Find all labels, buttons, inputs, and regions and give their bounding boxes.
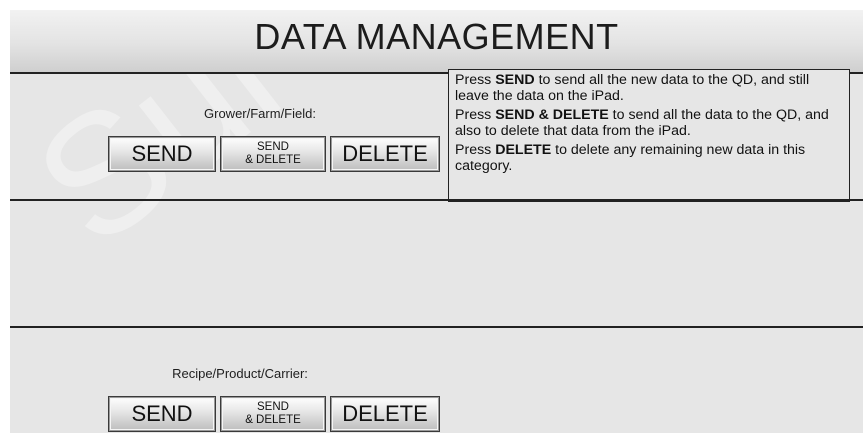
recipe-send-delete-button[interactable]: SEND & DELETE bbox=[220, 396, 326, 432]
grower-send-delete-label-line1: SEND bbox=[257, 141, 289, 153]
recipe-delete-button[interactable]: DELETE bbox=[330, 396, 440, 432]
help-send-keyword: SEND bbox=[495, 72, 535, 88]
recipe-send-delete-label-line1: SEND bbox=[257, 401, 289, 413]
grower-send-button[interactable]: SEND bbox=[108, 136, 216, 172]
grower-farm-field-label: Grower/Farm/Field: bbox=[204, 106, 316, 121]
recipe-send-label: SEND bbox=[131, 401, 193, 426]
help-send-delete-keyword: SEND & DELETE bbox=[495, 107, 609, 123]
help-delete-keyword: DELETE bbox=[495, 142, 552, 158]
help-send-text: Press SEND to send all the new data to t… bbox=[455, 72, 810, 104]
help-box: Press SEND to send all the new data to t… bbox=[448, 69, 850, 202]
help-send-delete-text: Press SEND & DELETE to send all the data… bbox=[455, 107, 829, 139]
recipe-send-delete-label-line2: & DELETE bbox=[245, 414, 301, 426]
grower-send-delete-label-line2: & DELETE bbox=[245, 154, 301, 166]
help-delete-text: Press DELETE to delete any remaining new… bbox=[455, 142, 806, 174]
page-title: DATA MANAGEMENT bbox=[254, 16, 619, 57]
header-bar: DATA MANAGEMENT bbox=[10, 10, 863, 72]
section-divider-1 bbox=[10, 199, 863, 201]
grower-delete-button[interactable]: DELETE bbox=[330, 136, 440, 172]
data-management-panel: SurePoint DATA MANAGEMENT Grower/Farm/Fi… bbox=[10, 10, 863, 433]
grower-send-label: SEND bbox=[131, 141, 193, 166]
recipe-product-carrier-label: Recipe/Product/Carrier: bbox=[172, 366, 308, 381]
section-divider-2 bbox=[10, 326, 863, 328]
recipe-send-button[interactable]: SEND bbox=[108, 396, 216, 432]
grower-delete-label: DELETE bbox=[342, 141, 428, 166]
grower-send-delete-button[interactable]: SEND & DELETE bbox=[220, 136, 326, 172]
recipe-delete-label: DELETE bbox=[342, 401, 428, 426]
